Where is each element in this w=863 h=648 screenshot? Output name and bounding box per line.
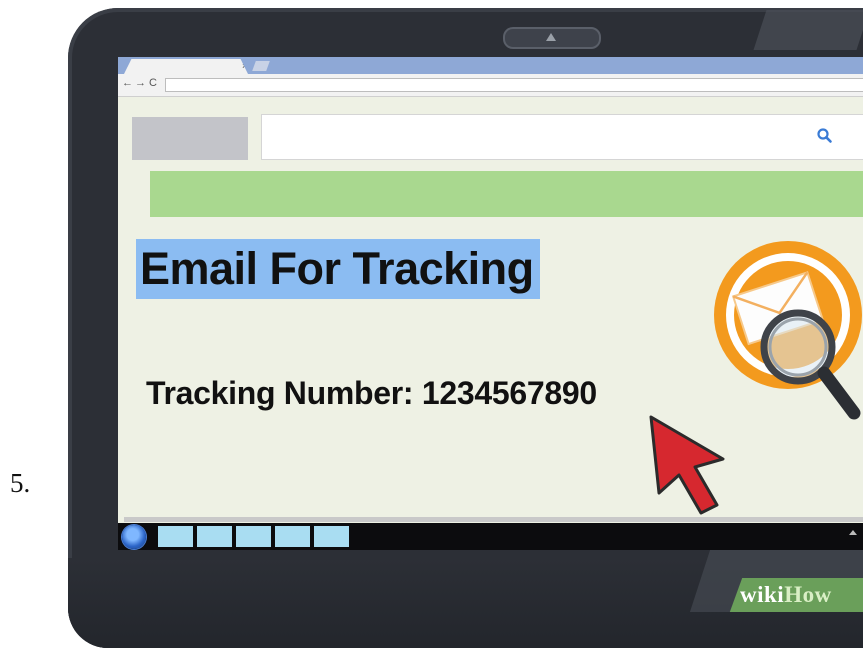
tracking-number-value[interactable]: 1234567890 — [422, 375, 597, 411]
watermark-wiki: wiki — [740, 582, 785, 607]
step-number: 5. — [10, 468, 31, 498]
site-logo — [132, 117, 248, 160]
taskbar — [118, 523, 863, 550]
tracking-number-label: Tracking Number: — [146, 375, 414, 411]
watermark-how: How — [784, 582, 832, 607]
browser-tab[interactable]: × — [124, 59, 248, 74]
envelope-icon — [714, 241, 862, 420]
tracking-number-line: Tracking Number: 1234567890 — [146, 375, 597, 412]
search-input[interactable] — [261, 114, 863, 160]
taskbar-item[interactable] — [158, 526, 193, 547]
screen: × ← → C Email For Tracking Tracking Numb… — [118, 57, 863, 550]
back-icon[interactable]: ← — [122, 77, 133, 89]
taskbar-item[interactable] — [197, 526, 232, 547]
nav-banner — [150, 171, 863, 217]
watermark: wikiHow — [740, 582, 832, 608]
reload-icon[interactable]: C — [149, 77, 157, 89]
taskbar-item[interactable] — [236, 526, 271, 547]
forward-icon[interactable]: → — [135, 77, 146, 89]
windows-start-icon[interactable] — [122, 525, 146, 549]
search-icon[interactable] — [816, 127, 834, 145]
cursor-arrow-icon — [649, 415, 725, 515]
taskbar-item[interactable] — [275, 526, 310, 547]
horizontal-scrollbar[interactable] — [124, 517, 863, 522]
new-tab-button[interactable] — [252, 61, 270, 71]
address-bar[interactable] — [165, 78, 863, 92]
tray-arrow-icon[interactable] — [849, 530, 857, 535]
page-title: Email For Tracking — [136, 239, 540, 299]
browser-toolbar: ← → C — [118, 74, 863, 97]
webcam-icon — [546, 33, 556, 41]
webcam — [503, 27, 601, 49]
bezel-reflection — [753, 10, 863, 50]
close-icon[interactable]: × — [242, 61, 247, 71]
taskbar-item[interactable] — [314, 526, 349, 547]
tab-bar: × — [118, 57, 863, 74]
